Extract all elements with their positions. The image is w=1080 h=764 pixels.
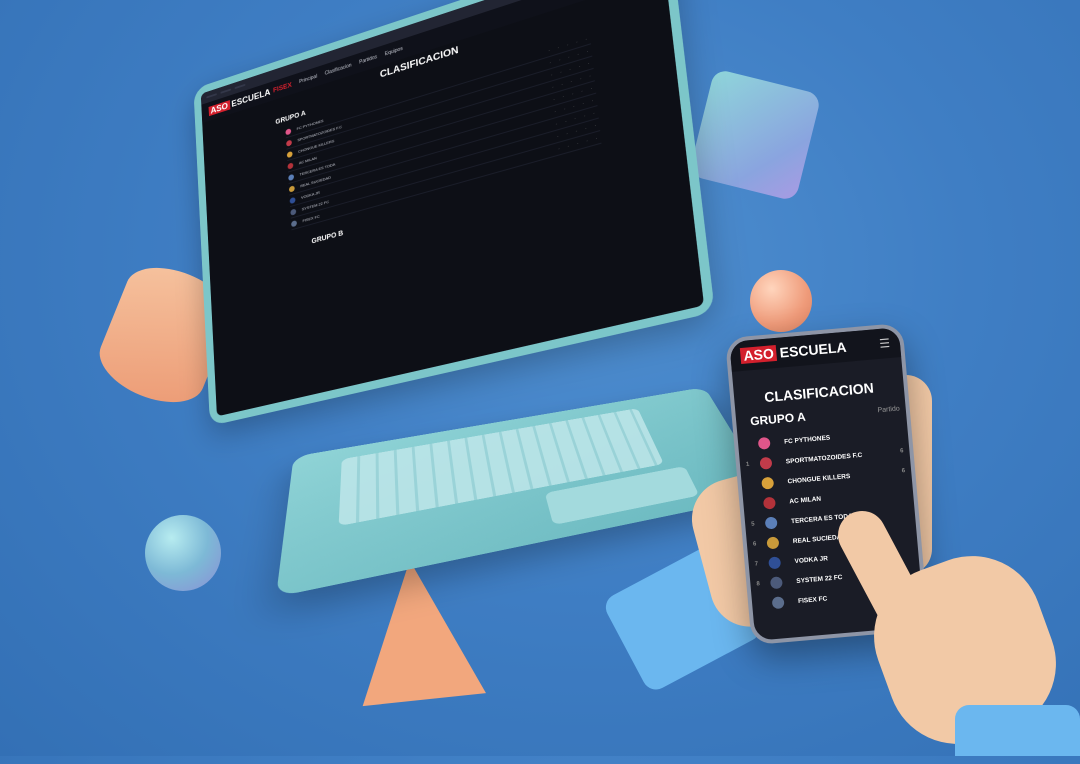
team-crest-icon <box>766 536 780 550</box>
nav-item-partidos[interactable]: Partidos <box>359 54 377 65</box>
browser-tab[interactable] <box>234 83 246 90</box>
team-crest-icon <box>762 496 776 510</box>
team-crest-icon <box>768 556 782 570</box>
team-crest-icon <box>761 476 775 490</box>
team-crest-icon <box>757 436 771 450</box>
team-crest-icon <box>771 596 785 610</box>
points-header: Partido <box>877 405 901 415</box>
team-crest-icon <box>769 576 783 590</box>
browser-tab[interactable] <box>220 88 232 94</box>
right-sleeve-cuff <box>955 705 1080 756</box>
laptop-screen: ASO ESCUELA FISEX Principal Clasificacio… <box>193 0 715 426</box>
nav-item-equipos[interactable]: Equipos <box>385 46 403 58</box>
nav-item-principal[interactable]: Principal <box>299 74 317 85</box>
team-crest-icon <box>759 456 773 470</box>
laptop: ASO ESCUELA FISEX Principal Clasificacio… <box>193 0 771 597</box>
team-crest-icon <box>764 516 778 530</box>
nav-item-clasificacion[interactable]: Clasificacion <box>325 62 352 76</box>
browser-tab[interactable] <box>206 93 217 99</box>
phone-logo[interactable]: ASO ESCUELA <box>739 339 847 365</box>
hamburger-icon[interactable]: ☰ <box>879 336 891 351</box>
